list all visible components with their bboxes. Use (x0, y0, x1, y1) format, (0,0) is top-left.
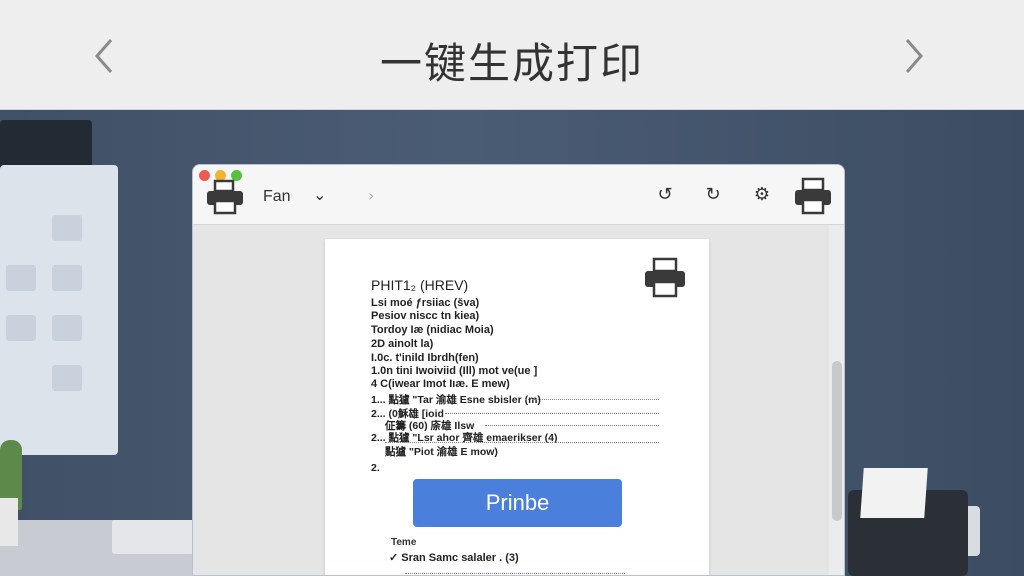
leader-dots (405, 573, 625, 574)
scrollbar-thumb[interactable] (832, 361, 842, 521)
gear-icon[interactable]: ⚙ (750, 183, 774, 207)
leader-dots (385, 442, 659, 443)
item-number: 2... (371, 408, 386, 420)
panel-tile (52, 215, 82, 241)
document-heading: PHIT1₂ (HREV) (371, 277, 469, 293)
wall-clock (0, 120, 92, 170)
list-item: 1... 點獹 "Tar 渝雄 Esne sbisler (m) (371, 392, 541, 407)
toolbar: Fan ⌄ › ↺ ↻ ⚙ (193, 165, 844, 225)
document-line: I.0c. t'inild Ibrdh(fen) (371, 352, 479, 364)
top-banner: 一键生成打印 (0, 0, 1024, 110)
plant-pot (0, 498, 18, 546)
list-item: 2. (371, 462, 380, 474)
document-line: 4 C(iwear Imot Iıæ. E mew) (371, 378, 510, 390)
item-number: 2... (371, 432, 386, 444)
footer-label: Teme (391, 537, 417, 548)
item-text: 點獹 "Tar 渝雄 Esne sbisler (m) (388, 394, 541, 406)
printer-icon (645, 257, 685, 298)
item-number: 2. (371, 462, 380, 474)
printer-paper (860, 468, 928, 518)
panel-tile (52, 315, 82, 341)
redo-icon[interactable]: ↻ (701, 183, 725, 207)
leader-dots (445, 413, 659, 414)
item-number: 1... (371, 394, 386, 406)
footer-checkbox-row[interactable]: ✓ Sran Samc salaler . (3) (389, 551, 519, 564)
document-line: Pesiov niscc tn kiea) (371, 310, 480, 322)
printer-icon[interactable] (205, 179, 245, 215)
print-app-window: Fan ⌄ › ↺ ↻ ⚙ PHIT1₂ (HREV) Lsi moé ƒrsi… (192, 164, 845, 576)
print-button[interactable]: Prinbe (413, 479, 622, 527)
document-line: 2D ainolt la) (371, 338, 434, 350)
leader-dots (525, 399, 659, 400)
print-button[interactable] (793, 177, 833, 215)
leader-dots (485, 425, 659, 426)
panel-tile (52, 265, 82, 291)
panel-tile (6, 265, 36, 291)
printer-selector-label[interactable]: Fan (263, 188, 291, 206)
keyboard (112, 520, 194, 554)
page-title: 一键生成打印 (379, 39, 644, 88)
wall-panel (0, 165, 118, 455)
undo-icon[interactable]: ↺ (653, 183, 677, 207)
chevron-right-icon[interactable]: › (368, 186, 374, 205)
chevron-right-icon[interactable] (894, 34, 934, 78)
panel-tile (52, 365, 82, 391)
document-line: Lsi moé ƒrsiiac (šva) (371, 297, 480, 309)
document-line: 1.0n tini Iwoiviid (Ill) mot ve(ue ] (371, 365, 538, 377)
item-text: 點獹 "Piot 渝雄 E mow) (385, 446, 498, 458)
chevron-down-icon[interactable]: ⌄ (313, 185, 326, 204)
panel-tile (6, 315, 36, 341)
list-item: 點獹 "Piot 渝雄 E mow) (385, 444, 498, 459)
document-line: Tordoy Iæ (nidiac Moia) (371, 324, 494, 336)
document-page: PHIT1₂ (HREV) Lsi moé ƒrsiiac (šva) Pesi… (325, 239, 709, 575)
